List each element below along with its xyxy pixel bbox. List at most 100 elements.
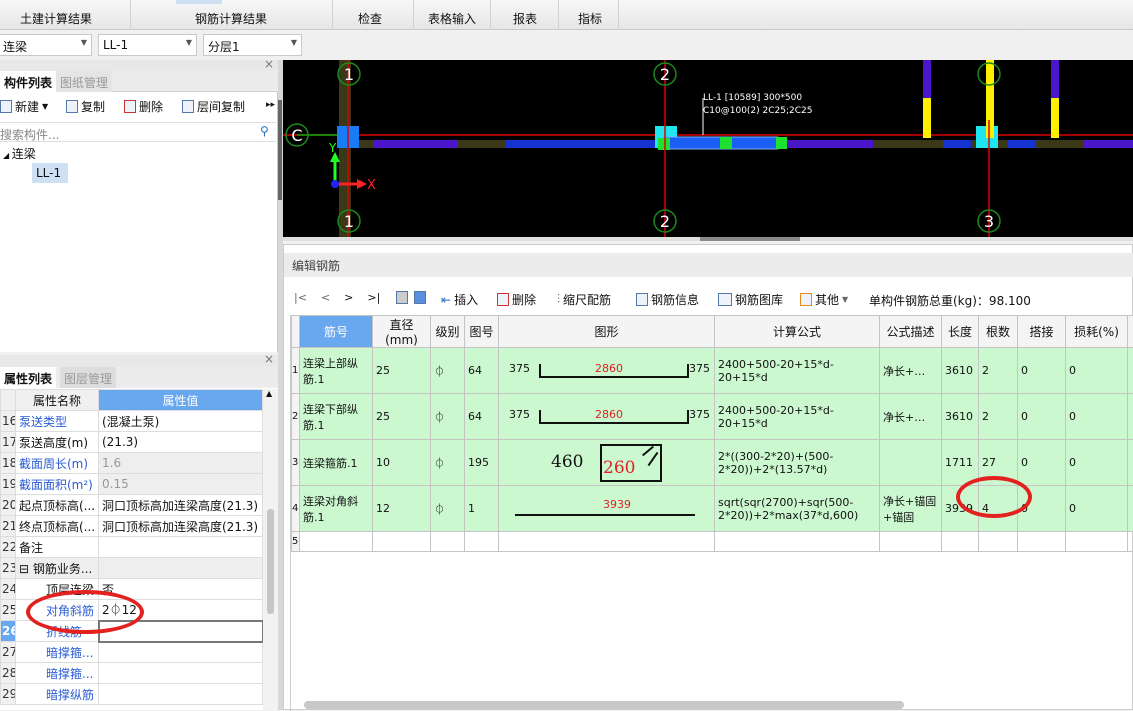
col-length[interactable]: 长度	[942, 316, 979, 348]
close-icon[interactable]: ×	[264, 57, 274, 71]
col-shape[interactable]: 图形	[499, 316, 715, 348]
property-row[interactable]: 18截面周长(m)1.6	[1, 453, 263, 474]
figure-number[interactable]	[465, 532, 499, 552]
diameter[interactable]	[373, 532, 431, 552]
bar-number[interactable]: 连梁箍筋.1	[300, 440, 373, 486]
property-value[interactable]: (混凝土泵)	[99, 411, 263, 432]
scale-rebar-button[interactable]: ⫶缩尺配筋	[557, 291, 611, 308]
grade[interactable]: ⏀	[431, 394, 465, 440]
col-diameter[interactable]: 直径(mm)	[373, 316, 431, 348]
figure-number[interactable]: 64	[465, 394, 499, 440]
search-input[interactable]: 搜索构件... ⚲	[0, 122, 276, 142]
property-value[interactable]: 洞口顶标高加连梁高度(21.3)	[99, 495, 263, 516]
diameter[interactable]: 12	[373, 486, 431, 532]
copy-button[interactable]: 复制	[66, 98, 105, 115]
formula[interactable]: 2*((300-2*20)+(500-2*20))+2*(13.57*d)	[715, 440, 880, 486]
loss[interactable]: 0	[1066, 486, 1128, 532]
lap[interactable]: 0	[1018, 348, 1066, 394]
move-up-button[interactable]	[396, 291, 408, 304]
tab-index[interactable]: 指标	[578, 10, 602, 27]
tab-civil-results[interactable]: 土建计算结果	[20, 10, 92, 27]
col-lap[interactable]: 搭接	[1018, 316, 1066, 348]
length[interactable]	[942, 532, 979, 552]
scroll-up-icon[interactable]: ▲	[266, 389, 272, 398]
count[interactable]	[979, 532, 1018, 552]
property-row[interactable]: 24顶层连梁否	[1, 579, 263, 600]
property-row[interactable]: 23⊟ 钢筋业务...	[1, 558, 263, 579]
tree-item-ll-1[interactable]: LL-1	[32, 163, 68, 183]
scroll-thumb[interactable]	[267, 509, 274, 614]
formula[interactable]: sqrt(sqr(2700)+sqr(500-2*20))+2*max(37*d…	[715, 486, 880, 532]
copy-between-floors-button[interactable]: 层间复制	[182, 98, 245, 115]
grade[interactable]: ⏀	[431, 348, 465, 394]
lap[interactable]: 0	[1018, 440, 1066, 486]
property-row[interactable]: 19截面面积(m²)0.15	[1, 474, 263, 495]
property-value[interactable]	[99, 684, 263, 705]
figure-number[interactable]: 1	[465, 486, 499, 532]
col-formula[interactable]: 计算公式	[715, 316, 880, 348]
loss[interactable]	[1066, 532, 1128, 552]
last-record-icon[interactable]: >|	[367, 291, 380, 304]
tab-check[interactable]: 检查	[358, 10, 382, 27]
horizontal-scrollbar[interactable]	[304, 701, 904, 709]
rebar-row[interactable]: 1连梁上部纵筋.125⏀6437528603752400+500-20+15*d…	[292, 348, 1133, 394]
property-value[interactable]: (21.3)	[99, 432, 263, 453]
shape-cell[interactable]: 3752860375	[499, 394, 715, 440]
insert-button[interactable]: ⇤插入	[441, 291, 478, 308]
splitter-handle[interactable]	[278, 100, 282, 200]
property-row[interactable]: 29暗撑纵筋	[1, 684, 263, 705]
tab-layer-management[interactable]: 图层管理	[60, 367, 116, 388]
property-value[interactable]: 0.15	[99, 474, 263, 495]
move-down-button[interactable]	[414, 291, 426, 304]
col-bar-number[interactable]: 筋号	[300, 316, 373, 348]
property-row[interactable]: 27暗撑箍...	[1, 642, 263, 663]
bar-number[interactable]: 连梁上部纵筋.1	[300, 348, 373, 394]
diameter[interactable]: 25	[373, 348, 431, 394]
other-button[interactable]: 其他 ▼	[800, 291, 848, 308]
more-icon[interactable]: ▸▸	[266, 100, 275, 110]
layer-select[interactable]: 分层1▼	[203, 34, 302, 56]
grade[interactable]	[431, 532, 465, 552]
shape-cell[interactable]: 3752860375	[499, 348, 715, 394]
delete-row-button[interactable]: 删除	[497, 291, 536, 308]
col-grade[interactable]: 级别	[431, 316, 465, 348]
property-scrollbar[interactable]: ▲	[263, 389, 278, 710]
loss[interactable]: 0	[1066, 394, 1128, 440]
property-row[interactable]: 20起点顶标高(...洞口顶标高加连梁高度(21.3)	[1, 495, 263, 516]
rebar-row[interactable]: 5	[292, 532, 1133, 552]
grade[interactable]: ⏀	[431, 440, 465, 486]
property-row[interactable]: 16泵送类型(混凝土泵)	[1, 411, 263, 432]
property-value[interactable]: 1.6	[99, 453, 263, 474]
diameter[interactable]: 10	[373, 440, 431, 486]
diameter[interactable]: 25	[373, 394, 431, 440]
tree-group-lianliang[interactable]: ◢ 连梁	[3, 145, 36, 162]
close-icon[interactable]: ×	[264, 352, 274, 366]
tab-rebar-results[interactable]: 钢筋计算结果	[195, 10, 267, 27]
rebar-row[interactable]: 2连梁下部纵筋.125⏀6437528603752400+500-20+15*d…	[292, 394, 1133, 440]
property-row[interactable]: 17泵送高度(m)(21.3)	[1, 432, 263, 453]
shape-cell[interactable]	[499, 532, 715, 552]
length[interactable]: 3610	[942, 348, 979, 394]
lap[interactable]	[1018, 532, 1066, 552]
type-select[interactable]: 连梁▼	[0, 34, 92, 56]
loss[interactable]: 0	[1066, 440, 1128, 486]
formula-desc[interactable]	[880, 532, 942, 552]
col-formula-desc[interactable]: 公式描述	[880, 316, 942, 348]
loss[interactable]: 0	[1066, 348, 1128, 394]
bar-number[interactable]	[300, 532, 373, 552]
property-row[interactable]: 22备注	[1, 537, 263, 558]
figure-number[interactable]: 195	[465, 440, 499, 486]
property-row[interactable]: 28暗撑箍...	[1, 663, 263, 684]
tab-report[interactable]: 报表	[513, 10, 537, 27]
property-value[interactable]	[99, 642, 263, 663]
tab-drawing-management[interactable]: 图纸管理	[56, 71, 112, 92]
count[interactable]: 2	[979, 348, 1018, 394]
rebar-library-button[interactable]: 钢筋图库	[718, 291, 783, 308]
shape-cell[interactable]: 3939	[499, 486, 715, 532]
tab-property-list[interactable]: 属性列表	[0, 367, 56, 388]
search-icon[interactable]: ⚲	[260, 124, 269, 138]
figure-number[interactable]: 64	[465, 348, 499, 394]
bar-number[interactable]: 连梁下部纵筋.1	[300, 394, 373, 440]
formula[interactable]: 2400+500-20+15*d-20+15*d	[715, 348, 880, 394]
col-figure-number[interactable]: 图号	[465, 316, 499, 348]
